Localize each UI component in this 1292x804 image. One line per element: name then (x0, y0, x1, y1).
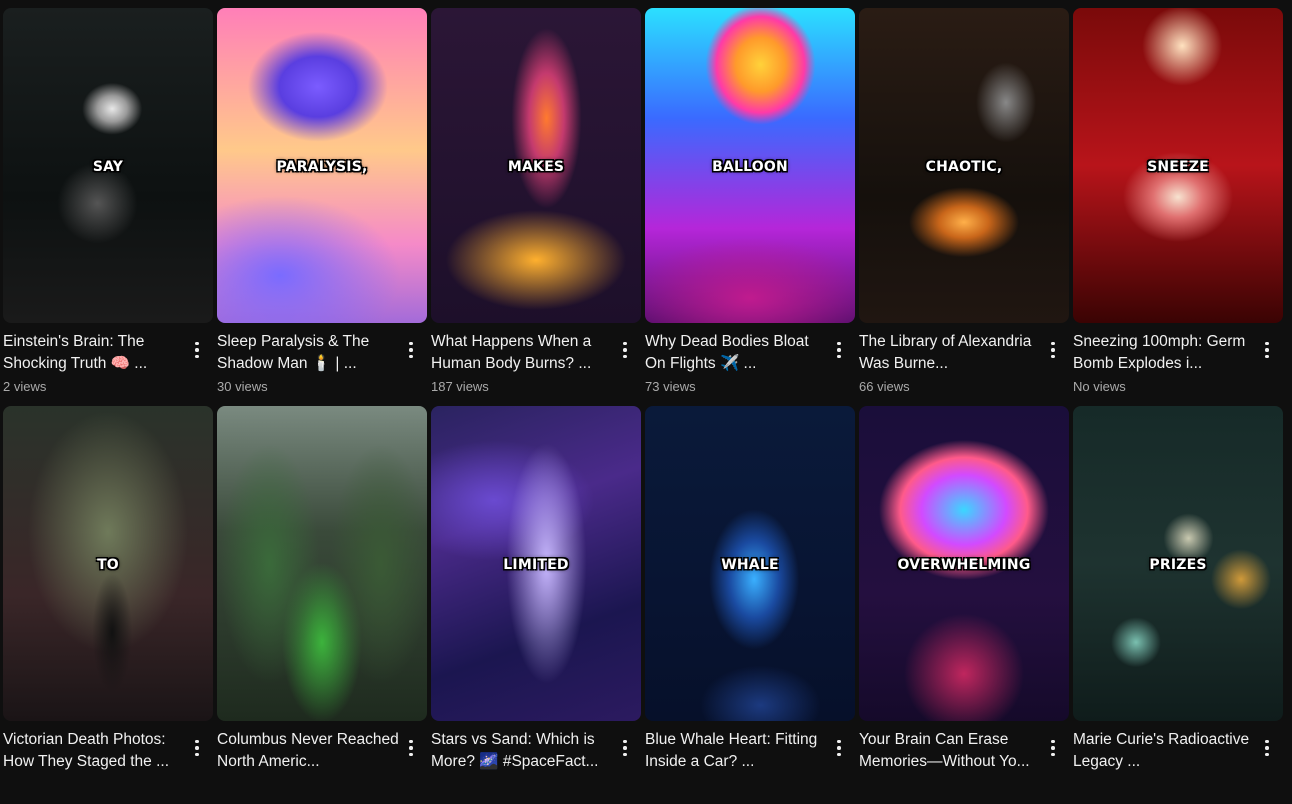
more-actions-icon[interactable] (617, 738, 633, 758)
video-title[interactable]: Your Brain Can Erase Memories—Without Yo… (859, 729, 1041, 773)
video-views: 187 views (431, 379, 489, 394)
video-title[interactable]: Marie Curie's Radioactive Legacy ... (1073, 729, 1255, 773)
more-actions-icon[interactable] (831, 340, 847, 360)
video-thumbnail[interactable]: SAY (3, 8, 213, 323)
video-title[interactable]: Sneezing 100mph: Germ Bomb Explodes i... (1073, 331, 1255, 375)
thumbnail-caption: PARALYSIS, (276, 159, 368, 176)
video-card[interactable]: Columbus Never Reached North Americ... (217, 406, 427, 804)
video-meta: Columbus Never Reached North Americ... (217, 721, 427, 773)
video-meta: Sneezing 100mph: Germ Bomb Explodes i...… (1073, 323, 1283, 397)
more-actions-icon[interactable] (189, 738, 205, 758)
video-views: 30 views (217, 379, 268, 394)
more-actions-icon[interactable] (1259, 340, 1275, 360)
thumbnail-caption: SNEEZE (1147, 159, 1209, 176)
video-thumbnail[interactable] (217, 406, 427, 721)
video-card[interactable]: WHALE Blue Whale Heart: Fitting Inside a… (645, 406, 855, 804)
video-meta: What Happens When a Human Body Burns? ..… (431, 323, 641, 397)
thumbnail-caption: CHAOTIC, (925, 159, 1003, 176)
video-thumbnail[interactable]: WHALE (645, 406, 855, 721)
video-views: 66 views (859, 379, 910, 394)
thumbnail-caption: SAY (92, 159, 124, 176)
video-card[interactable]: PRIZES Marie Curie's Radioactive Legacy … (1073, 406, 1283, 804)
video-title[interactable]: Einstein's Brain: The Shocking Truth 🧠 .… (3, 331, 185, 375)
video-meta: Why Dead Bodies Bloat On Flights ✈️ ... … (645, 323, 855, 397)
thumbnail-caption: LIMITED (503, 557, 569, 574)
video-meta: Stars vs Sand: Which is More? 🌌 #SpaceFa… (431, 721, 641, 773)
video-views: 2 views (3, 379, 47, 394)
video-card[interactable]: MAKES What Happens When a Human Body Bur… (431, 8, 641, 406)
video-meta: Einstein's Brain: The Shocking Truth 🧠 .… (3, 323, 213, 397)
thumbnail-caption: TO (97, 557, 119, 574)
more-actions-icon[interactable] (403, 340, 419, 360)
video-thumbnail[interactable]: CHAOTIC, (859, 8, 1069, 323)
video-title[interactable]: Victorian Death Photos: How They Staged … (3, 729, 185, 773)
video-meta: Sleep Paralysis & The Shadow Man 🕯️ | ..… (217, 323, 427, 397)
video-title[interactable]: Columbus Never Reached North Americ... (217, 729, 399, 773)
more-actions-icon[interactable] (1045, 340, 1061, 360)
video-thumbnail[interactable]: TO (3, 406, 213, 721)
shorts-grid: SAY Einstein's Brain: The Shocking Truth… (3, 8, 1283, 804)
video-meta: Your Brain Can Erase Memories—Without Yo… (859, 721, 1069, 773)
video-title[interactable]: The Library of Alexandria Was Burne... (859, 331, 1041, 375)
more-actions-icon[interactable] (1259, 738, 1275, 758)
video-card[interactable]: PARALYSIS, Sleep Paralysis & The Shadow … (217, 8, 427, 406)
thumbnail-caption: BALLOON (712, 159, 788, 176)
video-meta: Victorian Death Photos: How They Staged … (3, 721, 213, 773)
video-card[interactable]: BALLOON Why Dead Bodies Bloat On Flights… (645, 8, 855, 406)
video-thumbnail[interactable]: BALLOON (645, 8, 855, 323)
thumbnail-caption: PRIZES (1149, 557, 1207, 574)
video-card[interactable]: SAY Einstein's Brain: The Shocking Truth… (3, 8, 213, 406)
video-thumbnail[interactable]: MAKES (431, 8, 641, 323)
video-card[interactable]: OVERWHELMING Your Brain Can Erase Memori… (859, 406, 1069, 804)
video-title[interactable]: Sleep Paralysis & The Shadow Man 🕯️ | ..… (217, 331, 399, 375)
video-title[interactable]: Stars vs Sand: Which is More? 🌌 #SpaceFa… (431, 729, 613, 773)
video-title[interactable]: Blue Whale Heart: Fitting Inside a Car? … (645, 729, 827, 773)
video-thumbnail[interactable]: SNEEZE (1073, 8, 1283, 323)
video-title[interactable]: Why Dead Bodies Bloat On Flights ✈️ ... (645, 331, 827, 375)
video-views: 73 views (645, 379, 696, 394)
video-thumbnail[interactable]: PRIZES (1073, 406, 1283, 721)
video-title[interactable]: What Happens When a Human Body Burns? ..… (431, 331, 613, 375)
video-card[interactable]: LIMITED Stars vs Sand: Which is More? 🌌 … (431, 406, 641, 804)
video-meta: The Library of Alexandria Was Burne... 6… (859, 323, 1069, 397)
video-views: No views (1073, 379, 1126, 394)
thumbnail-caption: MAKES (507, 159, 565, 176)
video-thumbnail[interactable]: LIMITED (431, 406, 641, 721)
video-card[interactable]: TO Victorian Death Photos: How They Stag… (3, 406, 213, 804)
video-card[interactable]: CHAOTIC, The Library of Alexandria Was B… (859, 8, 1069, 406)
video-meta: Marie Curie's Radioactive Legacy ... (1073, 721, 1283, 773)
video-thumbnail[interactable]: PARALYSIS, (217, 8, 427, 323)
more-actions-icon[interactable] (403, 738, 419, 758)
more-actions-icon[interactable] (1045, 738, 1061, 758)
more-actions-icon[interactable] (617, 340, 633, 360)
more-actions-icon[interactable] (831, 738, 847, 758)
video-meta: Blue Whale Heart: Fitting Inside a Car? … (645, 721, 855, 773)
more-actions-icon[interactable] (189, 340, 205, 360)
thumbnail-caption: OVERWHELMING (897, 557, 1031, 574)
thumbnail-caption: WHALE (721, 557, 779, 574)
video-card[interactable]: SNEEZE Sneezing 100mph: Germ Bomb Explod… (1073, 8, 1283, 406)
video-thumbnail[interactable]: OVERWHELMING (859, 406, 1069, 721)
